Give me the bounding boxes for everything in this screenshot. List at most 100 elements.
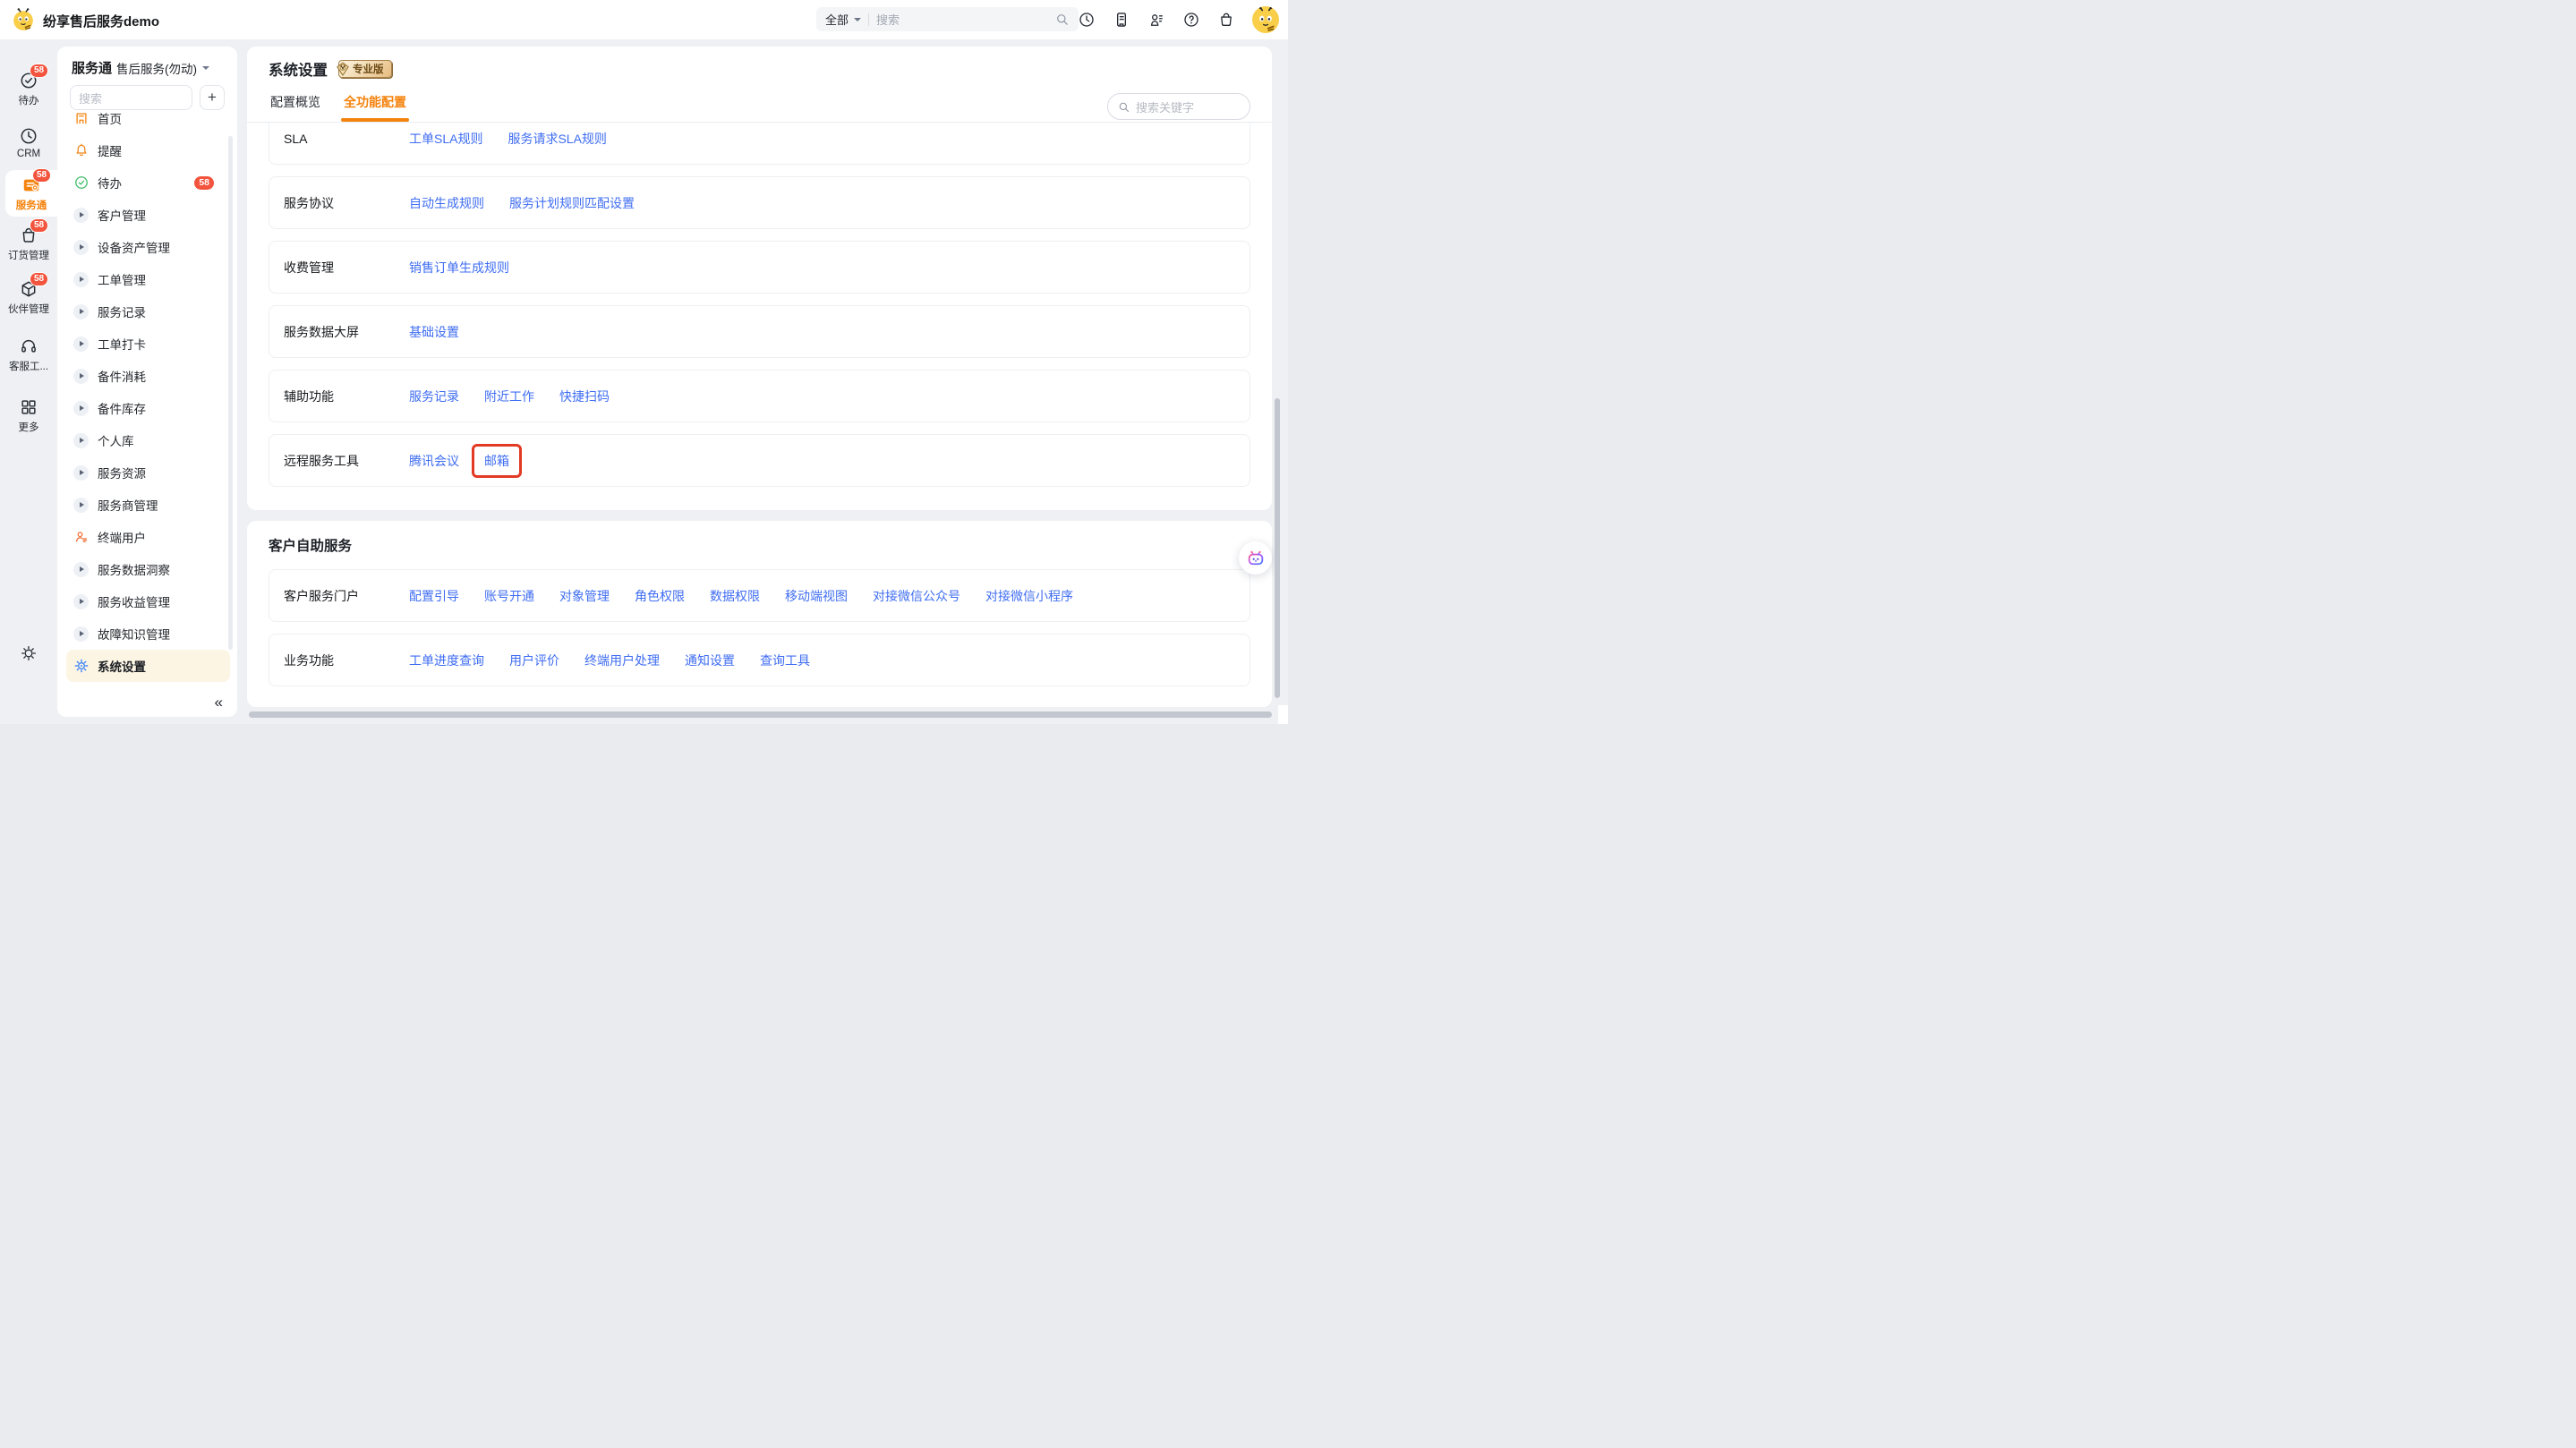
expand-arrow-icon[interactable] — [73, 208, 89, 223]
sidebar-item-label: 服务数据洞察 — [98, 560, 170, 578]
sidebar-search-input[interactable]: 搜索 — [70, 85, 192, 110]
rail-item-0[interactable]: 58 待办 — [0, 71, 57, 107]
sidebar-item-12[interactable]: 服务商管理 — [66, 489, 230, 521]
config-link[interactable]: 配置引导 — [409, 587, 459, 605]
contacts-icon[interactable] — [1147, 11, 1165, 29]
search-icon[interactable] — [1054, 12, 1070, 27]
sidebar-item-2[interactable]: 待办58 — [66, 166, 230, 199]
expand-arrow-icon[interactable] — [73, 304, 89, 319]
config-link[interactable]: 用户评价 — [509, 652, 559, 669]
scrollbar-corner — [1278, 705, 1288, 724]
config-link[interactable]: 快捷扫码 — [559, 388, 610, 405]
expand-arrow-icon[interactable] — [73, 401, 89, 416]
sidebar-item-0[interactable]: 首页 — [66, 113, 230, 134]
config-link[interactable]: 角色权限 — [635, 587, 685, 605]
sidebar-item-13[interactable]: 终端用户 — [66, 521, 230, 553]
clock-icon[interactable] — [1078, 11, 1096, 29]
sidebar-item-1[interactable]: 提醒 — [66, 134, 230, 166]
config-link[interactable]: 移动端视图 — [785, 587, 848, 605]
config-link[interactable]: 对接微信小程序 — [985, 587, 1073, 605]
config-link[interactable]: 对接微信公众号 — [873, 587, 960, 605]
config-link[interactable]: 工单SLA规则 — [409, 130, 482, 148]
rail-item-4[interactable]: 58 伙伴管理 — [0, 279, 57, 316]
sidebar-item-17[interactable]: 系统设置 — [66, 650, 230, 682]
config-link-highlighted[interactable]: 邮箱 — [472, 444, 522, 478]
config-row: 辅助功能服务记录附近工作快捷扫码 — [269, 370, 1250, 422]
sidebar-header[interactable]: 服务通 售后服务(勿动) — [72, 58, 209, 77]
config-link[interactable]: 数据权限 — [710, 587, 760, 605]
config-link[interactable]: 服务计划规则匹配设置 — [509, 194, 635, 212]
sidebar-item-11[interactable]: 服务资源 — [66, 456, 230, 489]
rail-item-2[interactable]: 58 服务通 — [5, 170, 57, 217]
expand-arrow-icon[interactable] — [73, 562, 89, 577]
expand-arrow-icon[interactable] — [73, 465, 89, 481]
sidebar-item-16[interactable]: 故障知识管理 — [66, 618, 230, 650]
rail-item-label: 待办 — [19, 93, 39, 107]
assistant-robot-button[interactable] — [1239, 541, 1272, 575]
sidebar-search-placeholder: 搜索 — [79, 89, 102, 106]
topbar: 纷享售后服务demo 全部 搜索 — [0, 0, 1288, 39]
sidebar-item-label: 系统设置 — [98, 657, 146, 675]
config-link[interactable]: 基础设置 — [409, 323, 459, 341]
collapse-sidebar-button[interactable]: « — [215, 694, 223, 711]
config-link[interactable]: 账号开通 — [484, 587, 534, 605]
sidebar-item-label: 服务资源 — [98, 464, 146, 481]
expand-arrow-icon[interactable] — [73, 594, 89, 609]
add-button[interactable]: + — [200, 85, 225, 110]
expand-arrow-icon[interactable] — [73, 498, 89, 513]
expand-arrow-icon[interactable] — [73, 626, 89, 642]
user-avatar[interactable] — [1252, 6, 1279, 33]
expand-arrow-icon[interactable] — [73, 369, 89, 384]
settings-gear-icon[interactable] — [20, 644, 38, 662]
config-link[interactable]: 自动生成规则 — [409, 194, 484, 212]
sidebar-item-3[interactable]: 客户管理 — [66, 199, 230, 231]
horizontal-scrollbar-thumb[interactable] — [249, 711, 1272, 718]
config-link[interactable]: 通知设置 — [685, 652, 735, 669]
sidebar-item-10[interactable]: 个人库 — [66, 424, 230, 456]
app-window: 纷享售后服务demo 全部 搜索 58 待办 CRM 58 服务通 58 订货管… — [0, 0, 1288, 724]
expand-arrow-icon[interactable] — [73, 336, 89, 352]
approval-icon[interactable] — [1113, 11, 1130, 29]
config-link[interactable]: 查询工具 — [760, 652, 810, 669]
sidebar-item-4[interactable]: 设备资产管理 — [66, 231, 230, 263]
rail-item-1[interactable]: CRM — [0, 126, 57, 159]
notification-badge: 58 — [194, 176, 214, 190]
sidebar-item-15[interactable]: 服务收益管理 — [66, 585, 230, 618]
config-link[interactable]: 服务请求SLA规则 — [508, 130, 606, 148]
rail-item-5[interactable]: 客服工... — [0, 336, 57, 373]
shop-bag-icon[interactable] — [1217, 11, 1235, 29]
sidebar-item-label: 故障知识管理 — [98, 625, 170, 643]
config-link[interactable]: 服务记录 — [409, 388, 459, 405]
global-search-input[interactable]: 全部 搜索 — [816, 7, 1079, 31]
sidebar-item-5[interactable]: 工单管理 — [66, 263, 230, 295]
chevron-down-icon[interactable] — [202, 66, 209, 70]
sidebar-item-7[interactable]: 工单打卡 — [66, 328, 230, 360]
sidebar-item-9[interactable]: 备件库存 — [66, 392, 230, 424]
global-search-placeholder: 搜索 — [876, 11, 1054, 28]
keyword-search-input[interactable]: 搜索关键字 — [1107, 93, 1250, 120]
sidebar-menu: 首页提醒待办58客户管理设备资产管理工单管理服务记录工单打卡备件消耗备件库存个人… — [66, 113, 230, 685]
sidebar-item-label: 提醒 — [98, 141, 122, 159]
sidebar-item-8[interactable]: 备件消耗 — [66, 360, 230, 392]
search-scope-selector[interactable]: 全部 — [825, 11, 849, 28]
config-link[interactable]: 销售订单生成规则 — [409, 259, 509, 277]
config-link[interactable]: 腾讯会议 — [409, 452, 459, 470]
sidebar-item-14[interactable]: 服务数据洞察 — [66, 553, 230, 585]
tab-config-overview[interactable]: 配置概览 — [270, 93, 320, 122]
rail-item-6[interactable]: 更多 — [0, 397, 57, 434]
sidebar-item-label: 备件库存 — [98, 399, 146, 417]
help-icon[interactable] — [1182, 11, 1200, 29]
config-link[interactable]: 附近工作 — [484, 388, 534, 405]
bee-logo-icon[interactable] — [12, 8, 35, 31]
rail-item-3[interactable]: 58 订货管理 — [0, 226, 57, 262]
sidebar-scrollbar[interactable] — [228, 136, 233, 650]
expand-arrow-icon[interactable] — [73, 272, 89, 287]
expand-arrow-icon[interactable] — [73, 240, 89, 255]
config-link[interactable]: 对象管理 — [559, 587, 610, 605]
sidebar-item-6[interactable]: 服务记录 — [66, 295, 230, 328]
vertical-scrollbar-thumb[interactable] — [1275, 398, 1280, 698]
config-link[interactable]: 工单进度查询 — [409, 652, 484, 669]
config-link[interactable]: 终端用户处理 — [584, 652, 660, 669]
tab-full-config[interactable]: 全功能配置 — [344, 93, 406, 122]
expand-arrow-icon[interactable] — [73, 433, 89, 448]
